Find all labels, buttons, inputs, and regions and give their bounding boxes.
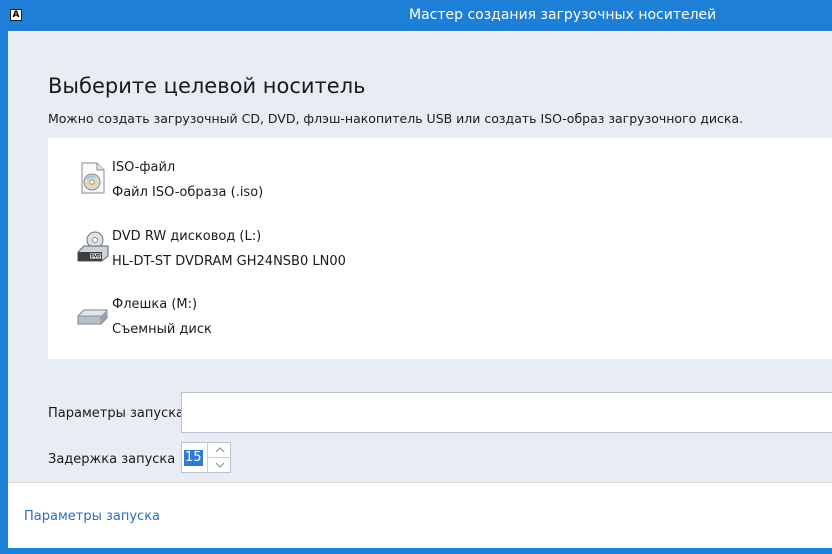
device-subtitle: Файл ISO-образа (.iso) — [112, 185, 264, 200]
chevron-up-icon — [215, 447, 224, 453]
window-title: Мастер создания загрузочных носителей — [409, 7, 717, 23]
page-description: Можно создать загрузочный CD, DVD, флэш-… — [48, 111, 744, 126]
launch-delay-value[interactable]: 15 — [184, 450, 203, 466]
wizard-client-area: Выберите целевой носитель Можно создать … — [8, 31, 832, 548]
svg-text:DVD: DVD — [90, 254, 101, 259]
device-subtitle: Съемный диск — [112, 322, 212, 337]
device-item-dvd[interactable]: DVD DVD RW дисковод (L:) HL-DT-ST DVDRAM… — [48, 218, 832, 278]
device-name: Флешка (M:) — [112, 297, 198, 312]
chevron-down-icon — [215, 462, 224, 468]
iso-file-icon — [81, 162, 105, 194]
launch-params-label: Параметры запуска — [48, 406, 185, 421]
removable-disk-icon — [77, 309, 108, 325]
spin-up-button[interactable] — [207, 443, 231, 458]
launch-delay-stepper[interactable]: 15 — [181, 442, 231, 473]
wizard-footer: Параметры запуска — [8, 482, 832, 548]
dvd-drive-icon: DVD — [77, 231, 109, 262]
target-media-list: ISO-файл Файл ISO-образа (.iso) DVD DVD … — [48, 138, 832, 359]
device-name: ISO-файл — [112, 160, 176, 175]
app-icon[interactable]: A — [10, 9, 22, 21]
title-bar[interactable]: A Мастер создания загрузочных носителей — [0, 0, 832, 31]
spin-down-button[interactable] — [207, 458, 231, 472]
device-item-iso[interactable]: ISO-файл Файл ISO-образа (.iso) — [48, 149, 832, 209]
launch-params-input[interactable] — [181, 392, 832, 433]
page-heading: Выберите целевой носитель — [48, 74, 366, 98]
device-subtitle: HL-DT-ST DVDRAM GH24NSB0 LN00 — [112, 254, 346, 269]
device-name: DVD RW дисковод (L:) — [112, 229, 262, 244]
device-item-flash[interactable]: Флешка (M:) Съемный диск — [48, 286, 832, 346]
launch-params-link[interactable]: Параметры запуска — [24, 509, 160, 524]
launch-delay-label: Задержка запуска — [48, 452, 176, 467]
